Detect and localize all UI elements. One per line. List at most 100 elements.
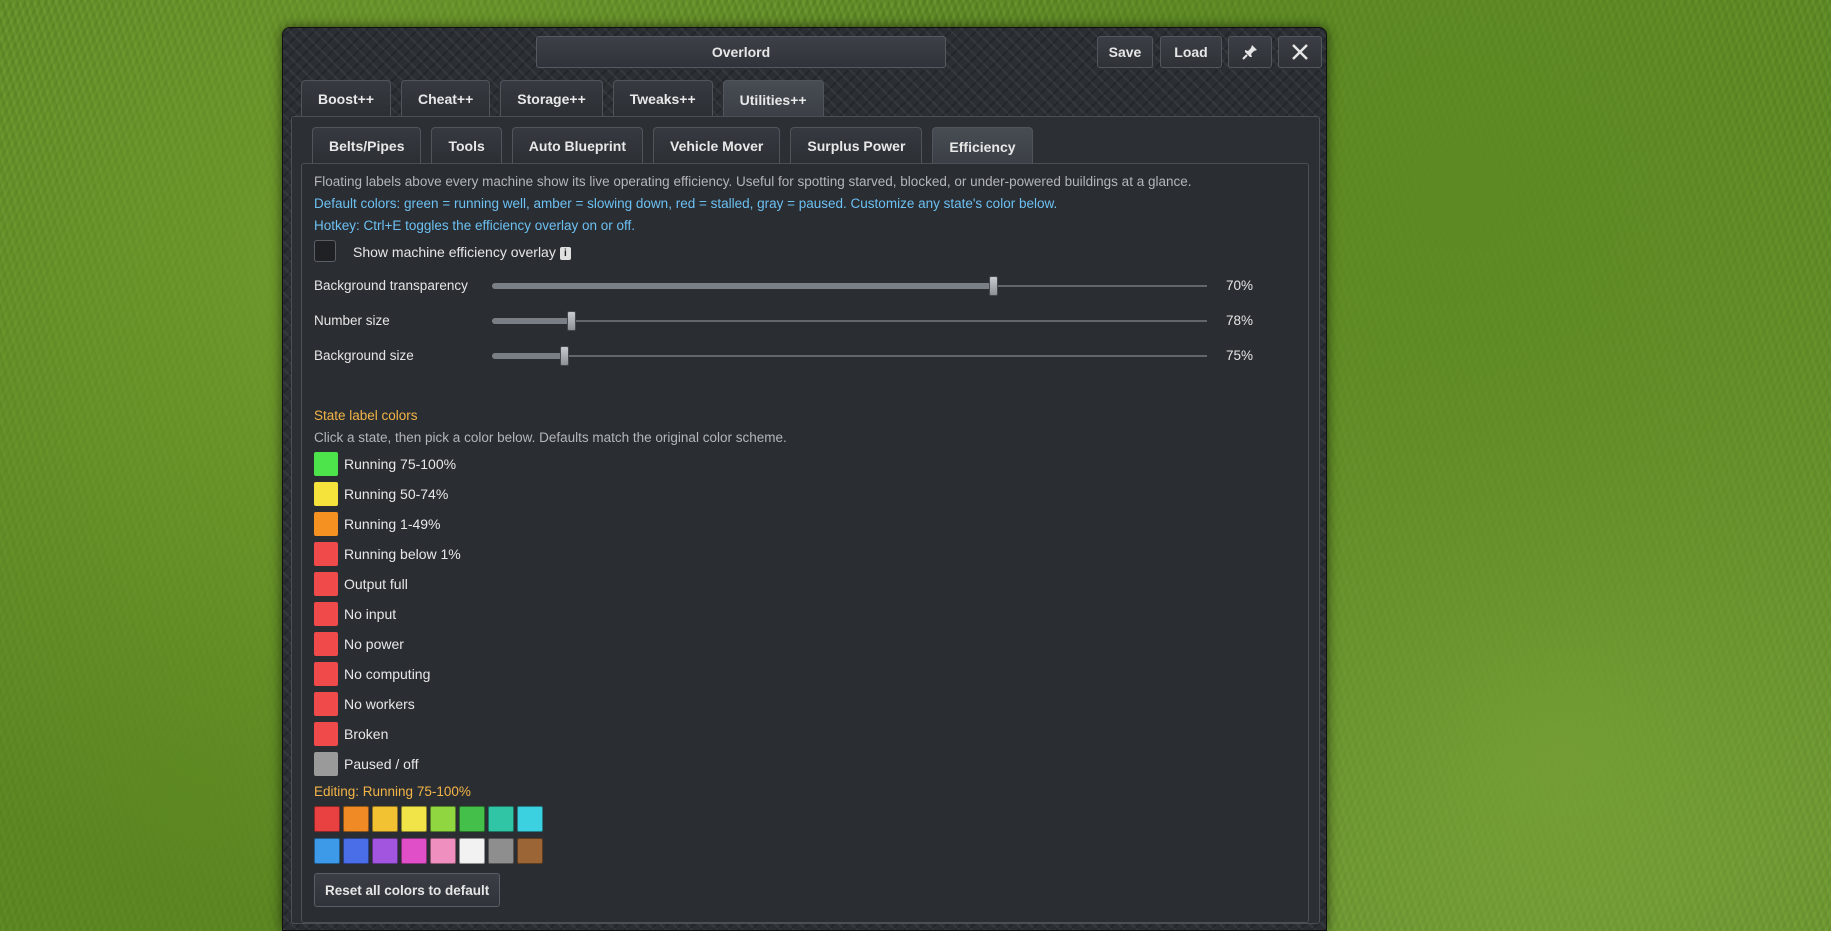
palette-color-option[interactable]	[401, 838, 427, 864]
subtab-surplus-power[interactable]: Surplus Power	[790, 127, 923, 163]
reset-colors-button[interactable]: Reset all colors to default	[314, 873, 501, 907]
palette-color-option[interactable]	[459, 806, 485, 832]
slider-fill	[492, 318, 571, 324]
sub-tabs: Belts/Pipes Tools Auto Blueprint Vehicle…	[312, 127, 1043, 165]
subtab-tools[interactable]: Tools	[431, 127, 502, 163]
background-size-slider: Background size 75%	[314, 346, 1254, 366]
subtab-vehicle-mover[interactable]: Vehicle Mover	[653, 127, 781, 163]
palette-color-option[interactable]	[517, 806, 543, 832]
slider-thumb[interactable]	[559, 346, 569, 366]
palette-color-option[interactable]	[314, 838, 340, 864]
slider-label: Background transparency	[314, 278, 468, 293]
state-row[interactable]: No input	[314, 602, 396, 626]
palette-color-option[interactable]	[488, 806, 514, 832]
palette-color-option[interactable]	[517, 838, 543, 864]
state-colors-heading: State label colors	[314, 408, 418, 423]
state-label: No computing	[344, 666, 431, 682]
slider-track[interactable]	[492, 346, 1207, 366]
state-label: Paused / off	[344, 756, 419, 772]
state-row[interactable]: No computing	[314, 662, 430, 686]
info-icon[interactable]: i	[559, 247, 571, 260]
slider-track[interactable]	[492, 311, 1207, 331]
slider-value: 75%	[1226, 348, 1254, 363]
state-label: Running 1-49%	[344, 516, 441, 532]
state-color-swatch[interactable]	[314, 512, 338, 536]
palette-color-option[interactable]	[430, 838, 456, 864]
close-icon	[1292, 44, 1308, 60]
state-label: Running 75-100%	[344, 456, 457, 472]
state-color-swatch[interactable]	[314, 752, 338, 776]
state-label: Broken	[344, 726, 389, 742]
main-tabs: Boost++ Cheat++ Storage++ Tweaks++ Utili…	[301, 80, 834, 118]
pin-button[interactable]	[1228, 36, 1272, 68]
state-label: Running 50-74%	[344, 486, 449, 502]
palette-color-option[interactable]	[343, 806, 369, 832]
state-row[interactable]: Running 75-100%	[314, 452, 456, 476]
slider-track[interactable]	[492, 276, 1207, 296]
state-color-swatch[interactable]	[314, 482, 338, 506]
state-color-swatch[interactable]	[314, 452, 338, 476]
state-color-swatch[interactable]	[314, 632, 338, 656]
palette-color-option[interactable]	[459, 838, 485, 864]
slider-fill	[492, 283, 993, 289]
state-row[interactable]: No workers	[314, 692, 415, 716]
tab-storage[interactable]: Storage++	[500, 80, 603, 116]
state-label: No power	[344, 636, 404, 652]
window-title: Overlord	[536, 36, 946, 68]
slider-thumb[interactable]	[988, 276, 998, 296]
overlay-label-text: Show machine efficiency overlay	[353, 244, 556, 260]
state-row[interactable]: Broken	[314, 722, 388, 746]
state-colors-hint: Click a state, then pick a color below. …	[314, 430, 787, 445]
overlay-checkbox[interactable]	[314, 240, 336, 262]
color-palette-row-2	[314, 838, 546, 864]
slider-thumb[interactable]	[566, 311, 576, 331]
palette-color-option[interactable]	[488, 838, 514, 864]
state-row[interactable]: Running 50-74%	[314, 482, 448, 506]
tab-cheat[interactable]: Cheat++	[401, 80, 491, 116]
state-color-swatch[interactable]	[314, 602, 338, 626]
overlay-checkbox-label[interactable]: Show machine efficiency overlay i	[353, 244, 571, 260]
slider-label: Background size	[314, 348, 414, 363]
tab-utilities[interactable]: Utilities++	[722, 80, 824, 118]
state-color-swatch[interactable]	[314, 542, 338, 566]
state-row[interactable]: Running below 1%	[314, 542, 461, 566]
state-row[interactable]: No power	[314, 632, 404, 656]
state-label: No input	[344, 606, 397, 622]
efficiency-description: Floating labels above every machine show…	[314, 174, 1192, 189]
default-colors-note: Default colors: green = running well, am…	[314, 196, 1058, 211]
load-button[interactable]: Load	[1160, 36, 1222, 68]
state-color-swatch[interactable]	[314, 722, 338, 746]
state-row[interactable]: Output full	[314, 572, 408, 596]
palette-color-option[interactable]	[401, 806, 427, 832]
slider-value: 78%	[1226, 313, 1254, 328]
tab-boost[interactable]: Boost++	[301, 80, 392, 116]
color-palette-row-1	[314, 806, 546, 832]
editing-label: Editing: Running 75-100%	[314, 784, 471, 799]
palette-color-option[interactable]	[314, 806, 340, 832]
slider-fill	[492, 353, 564, 359]
tab-tweaks[interactable]: Tweaks++	[612, 80, 713, 116]
palette-color-option[interactable]	[372, 838, 398, 864]
state-color-swatch[interactable]	[314, 662, 338, 686]
subtab-auto-blueprint[interactable]: Auto Blueprint	[511, 127, 643, 163]
palette-color-option[interactable]	[343, 838, 369, 864]
slider-value: 70%	[1226, 278, 1254, 293]
save-button[interactable]: Save	[1097, 36, 1153, 68]
state-row[interactable]: Running 1-49%	[314, 512, 441, 536]
palette-color-option[interactable]	[430, 806, 456, 832]
subtab-belts-pipes[interactable]: Belts/Pipes	[312, 127, 422, 163]
palette-color-option[interactable]	[372, 806, 398, 832]
state-row[interactable]: Paused / off	[314, 752, 418, 776]
close-button[interactable]	[1278, 36, 1322, 68]
background-transparency-slider: Background transparency 70%	[314, 276, 1254, 296]
number-size-slider: Number size 78%	[314, 311, 1254, 331]
subtab-efficiency[interactable]: Efficiency	[932, 127, 1033, 165]
state-label: Output full	[344, 576, 408, 592]
slider-label: Number size	[314, 313, 390, 328]
overlord-window: Overlord Save Load Boost++ Cheat++ Stora…	[282, 27, 1327, 931]
pin-icon	[1242, 45, 1257, 60]
hotkey-note: Hotkey: Ctrl+E toggles the efficiency ov…	[314, 218, 636, 233]
state-label: No workers	[344, 696, 415, 712]
state-color-swatch[interactable]	[314, 572, 338, 596]
state-color-swatch[interactable]	[314, 692, 338, 716]
